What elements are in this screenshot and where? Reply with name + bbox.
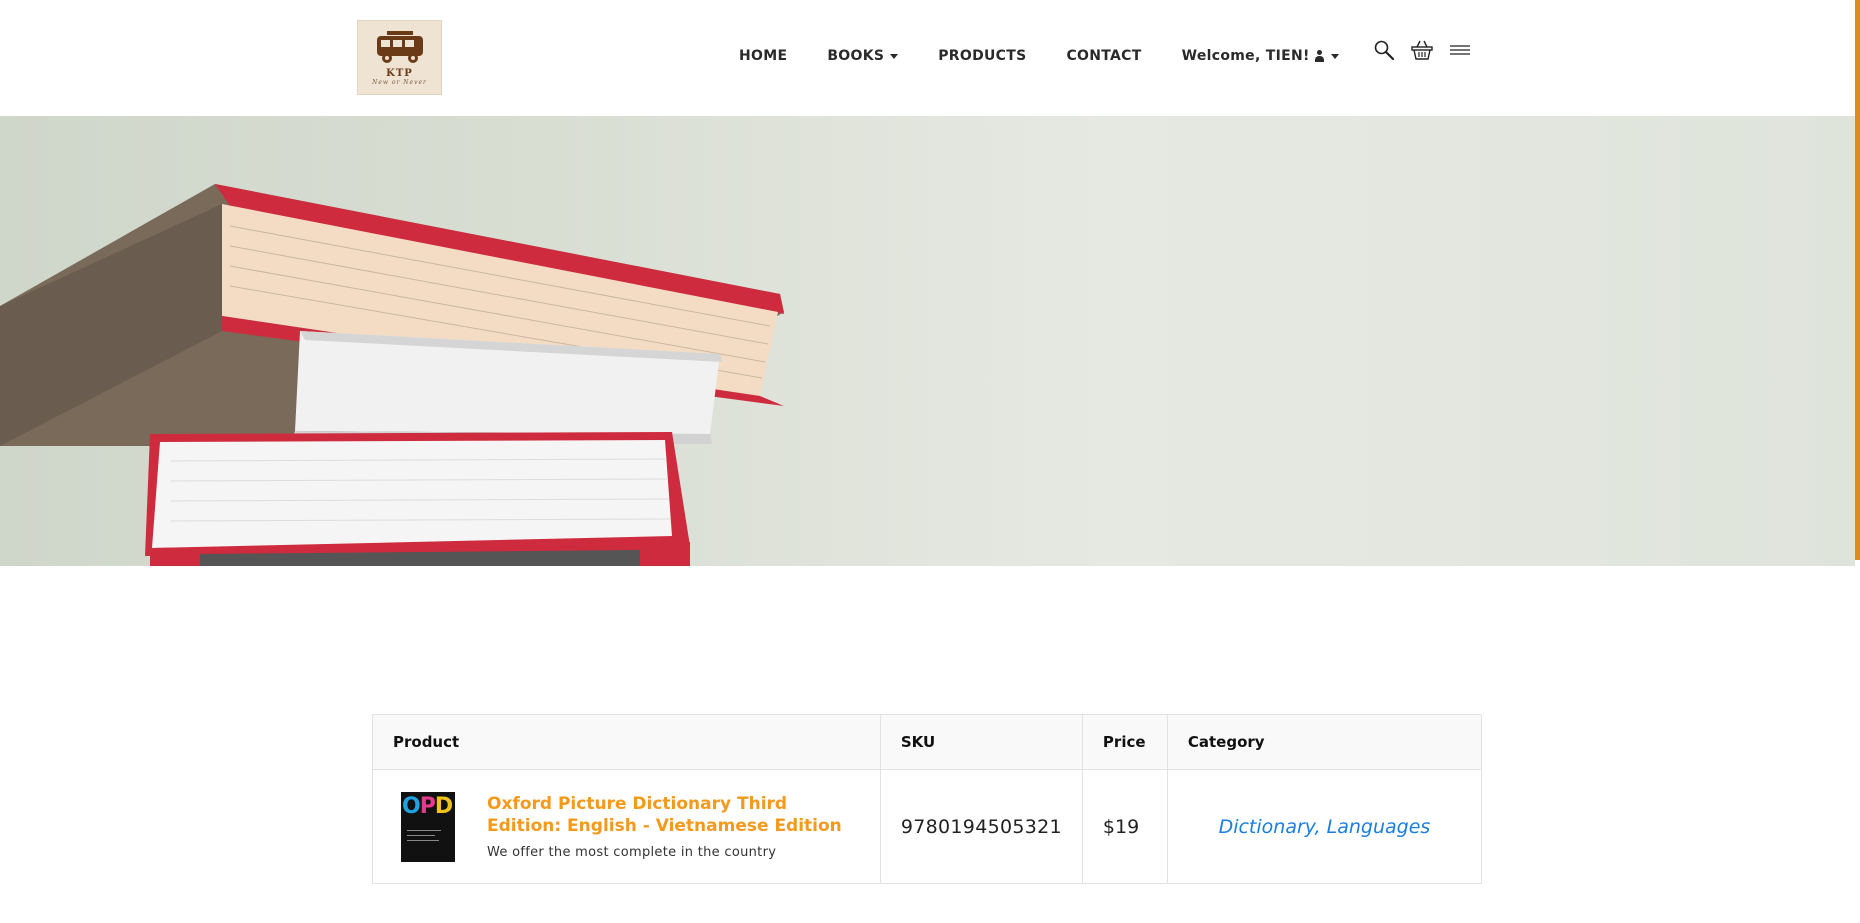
category-cell: Dictionary, Languages bbox=[1166, 769, 1483, 884]
scrollbar-thumb[interactable] bbox=[1855, 0, 1860, 560]
nav-home-label: HOME bbox=[739, 48, 788, 64]
nav-home[interactable]: HOME bbox=[739, 48, 787, 64]
thumbnail-line bbox=[407, 834, 435, 836]
logo-title: KTP bbox=[386, 67, 413, 79]
thumbnail-line bbox=[407, 829, 441, 831]
nav-contact[interactable]: CONTACT bbox=[1066, 48, 1141, 64]
nav-products[interactable]: PRODUCTS bbox=[938, 48, 1026, 64]
category-link[interactable]: Dictionary, Languages bbox=[1219, 816, 1431, 838]
hero-banner bbox=[0, 116, 1855, 566]
header-price: Price bbox=[1081, 714, 1168, 770]
stacked-books-image bbox=[0, 184, 784, 566]
product-info: Oxford Picture Dictionary Third Edition:… bbox=[487, 793, 857, 860]
header-category: Category bbox=[1166, 714, 1483, 770]
thumbnail-line bbox=[407, 839, 439, 841]
nav-products-label: PRODUCTS bbox=[938, 48, 1027, 64]
van-logo-icon bbox=[376, 30, 423, 63]
site-logo[interactable]: KTP New or Never bbox=[357, 20, 442, 95]
products-table: Product SKU Price Category OPD Oxford Pi… bbox=[372, 714, 1483, 884]
hamburger-menu-icon[interactable] bbox=[1448, 38, 1472, 62]
header-icons bbox=[1372, 38, 1486, 62]
product-description: We offer the most complete in the countr… bbox=[487, 845, 777, 860]
nav-contact-label: CONTACT bbox=[1066, 48, 1142, 64]
product-cell: OPD Oxford Picture Dictionary Third Edit… bbox=[372, 769, 881, 884]
sku-cell: 9780194505321 bbox=[879, 769, 1083, 884]
basket-icon[interactable] bbox=[1410, 38, 1434, 62]
chevron-down-icon bbox=[890, 53, 899, 59]
nav-books-label: BOOKS bbox=[827, 48, 885, 64]
product-name-link[interactable]: Oxford Picture Dictionary Third Edition:… bbox=[487, 793, 857, 837]
price-cell: $19 bbox=[1081, 769, 1168, 884]
header-sku: SKU bbox=[879, 714, 1083, 770]
logo-subtitle: New or Never bbox=[372, 78, 427, 86]
nav-books-dropdown[interactable]: BOOKS bbox=[827, 48, 899, 64]
nav-user-dropdown[interactable]: Welcome, TIEN! bbox=[1182, 48, 1339, 64]
search-icon[interactable] bbox=[1372, 38, 1396, 62]
thumbnail-text: OPD bbox=[402, 793, 453, 819]
scrollbar-track[interactable] bbox=[1855, 0, 1860, 923]
table-header-row: Product SKU Price Category bbox=[372, 714, 1483, 770]
user-icon bbox=[1314, 50, 1325, 62]
table-row: OPD Oxford Picture Dictionary Third Edit… bbox=[372, 769, 1483, 884]
site-header: KTP New or Never HOME BOOKS PRODUCTS CON… bbox=[0, 0, 1855, 116]
product-thumbnail[interactable]: OPD bbox=[401, 791, 455, 862]
chevron-down-icon bbox=[1330, 53, 1339, 59]
nav-welcome-label: Welcome, TIEN! bbox=[1181, 48, 1310, 64]
main-nav: HOME BOOKS PRODUCTS CONTACT Welcome, TIE… bbox=[739, 48, 1379, 64]
header-product: Product bbox=[372, 714, 881, 770]
